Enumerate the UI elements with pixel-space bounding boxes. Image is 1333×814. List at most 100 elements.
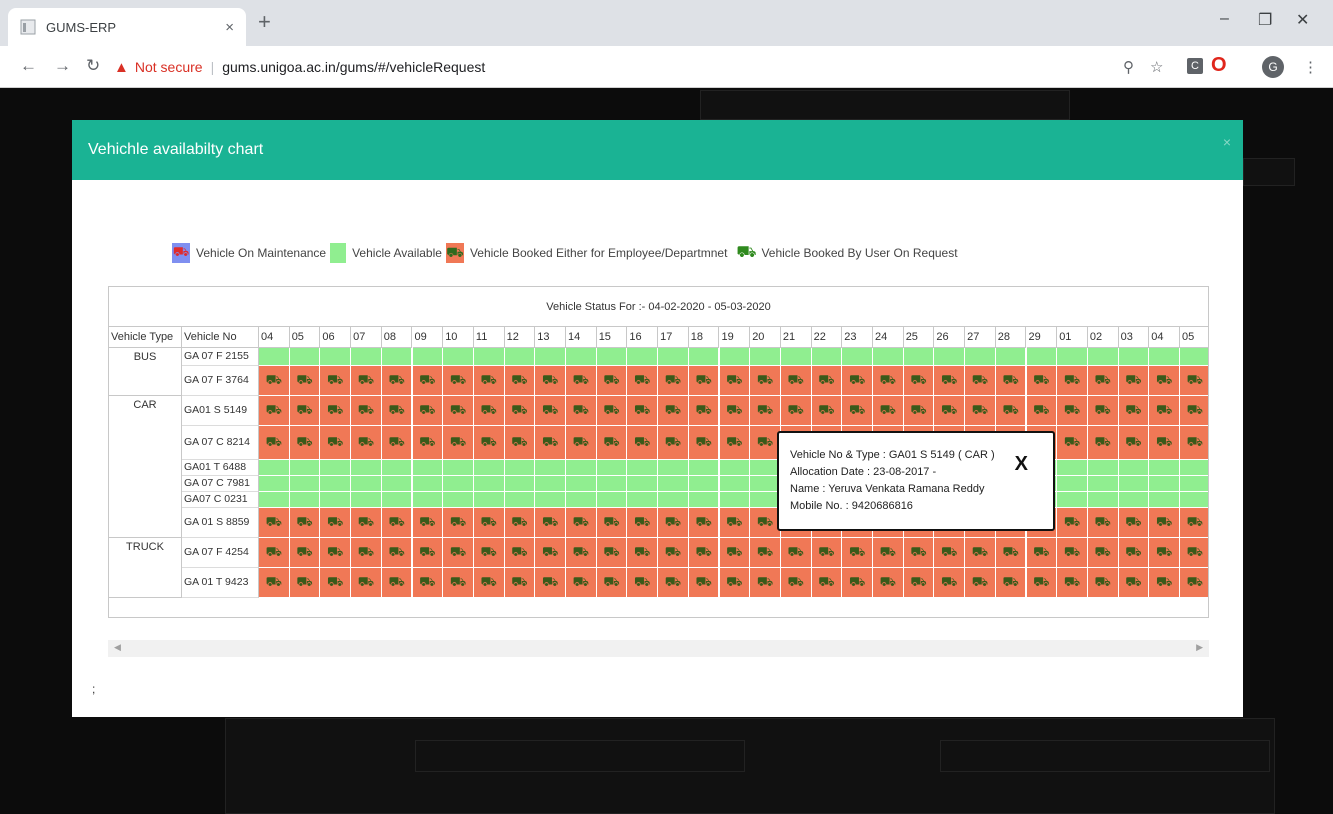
status-cell-booked[interactable] [719, 426, 751, 459]
status-cell-booked[interactable] [259, 396, 290, 425]
status-cell-booked[interactable] [473, 396, 505, 425]
status-cell-available[interactable] [443, 492, 474, 507]
status-cell-booked[interactable] [443, 538, 474, 567]
status-cell-available[interactable] [965, 348, 996, 365]
status-cell-booked[interactable] [811, 538, 843, 567]
tab-close-icon[interactable]: × [225, 19, 234, 36]
status-cell-booked[interactable] [965, 538, 996, 567]
status-cell-booked[interactable] [811, 568, 843, 597]
status-cell-available[interactable] [381, 348, 413, 365]
status-cell-booked[interactable] [811, 396, 843, 425]
status-cell-booked[interactable] [1180, 508, 1208, 537]
status-cell-available[interactable] [566, 492, 597, 507]
status-cell-booked[interactable] [719, 538, 751, 567]
status-cell-booked[interactable] [658, 396, 689, 425]
status-cell-available[interactable] [259, 476, 290, 491]
status-cell-booked[interactable] [658, 568, 689, 597]
status-cell-booked[interactable] [320, 538, 352, 567]
status-cell-booked[interactable] [259, 568, 290, 597]
status-cell-available[interactable] [627, 460, 659, 475]
status-cell-booked[interactable] [535, 508, 566, 537]
status-cell-booked[interactable] [1087, 396, 1119, 425]
status-cell-booked[interactable] [351, 508, 382, 537]
status-cell-booked[interactable] [995, 568, 1027, 597]
status-cell-booked[interactable] [259, 366, 290, 395]
status-cell-available[interactable] [566, 460, 597, 475]
status-cell-available[interactable] [1180, 476, 1208, 491]
status-cell-booked[interactable] [259, 538, 290, 567]
address-bar[interactable]: ▲ Not secure | gums.unigoa.ac.in/gums/#/… [114, 51, 1294, 83]
status-cell-available[interactable] [504, 476, 536, 491]
status-cell-available[interactable] [1180, 460, 1208, 475]
status-cell-available[interactable] [289, 348, 321, 365]
status-cell-available[interactable] [535, 348, 566, 365]
status-cell-booked[interactable] [934, 366, 966, 395]
status-cell-booked[interactable] [658, 508, 689, 537]
status-cell-available[interactable] [381, 492, 413, 507]
status-cell-available[interactable] [658, 460, 689, 475]
status-cell-booked[interactable] [412, 568, 444, 597]
status-cell-booked[interactable] [443, 396, 474, 425]
status-cell-booked[interactable] [443, 568, 474, 597]
status-cell-booked[interactable] [1057, 568, 1088, 597]
status-cell-booked[interactable] [473, 426, 505, 459]
status-cell-booked[interactable] [873, 396, 904, 425]
status-cell-booked[interactable] [750, 396, 781, 425]
status-cell-booked[interactable] [412, 508, 444, 537]
status-cell-booked[interactable] [688, 366, 720, 395]
status-cell-booked[interactable] [289, 538, 321, 567]
status-cell-available[interactable] [719, 476, 751, 491]
scroll-left-icon[interactable]: ◀ [114, 642, 121, 653]
status-cell-available[interactable] [351, 476, 382, 491]
status-cell-booked[interactable] [1149, 538, 1180, 567]
status-cell-booked[interactable] [1118, 366, 1150, 395]
status-cell-available[interactable] [473, 348, 505, 365]
restore-icon[interactable]: ❐ [1258, 10, 1272, 30]
status-cell-booked[interactable] [995, 396, 1027, 425]
status-cell-available[interactable] [903, 348, 935, 365]
status-cell-available[interactable] [535, 476, 566, 491]
status-cell-booked[interactable] [351, 366, 382, 395]
status-cell-booked[interactable] [381, 508, 413, 537]
status-cell-available[interactable] [412, 476, 444, 491]
status-cell-booked[interactable] [842, 396, 873, 425]
reload-icon[interactable]: ↻ [86, 56, 100, 76]
status-cell-booked[interactable] [1057, 508, 1088, 537]
status-cell-booked[interactable] [965, 366, 996, 395]
status-cell-booked[interactable] [750, 538, 781, 567]
status-cell-available[interactable] [719, 460, 751, 475]
status-cell-booked[interactable] [566, 396, 597, 425]
status-cell-available[interactable] [688, 476, 720, 491]
status-cell-booked[interactable] [1149, 568, 1180, 597]
status-cell-booked[interactable] [1180, 568, 1208, 597]
status-cell-available[interactable] [780, 348, 812, 365]
status-cell-booked[interactable] [658, 426, 689, 459]
status-cell-available[interactable] [259, 348, 290, 365]
status-cell-available[interactable] [873, 348, 904, 365]
status-cell-booked[interactable] [473, 508, 505, 537]
status-cell-booked[interactable] [473, 538, 505, 567]
status-cell-available[interactable] [1087, 460, 1119, 475]
status-cell-booked[interactable] [1118, 426, 1150, 459]
status-cell-booked[interactable] [473, 366, 505, 395]
status-cell-booked[interactable] [627, 568, 659, 597]
status-cell-booked[interactable] [412, 396, 444, 425]
status-cell-booked[interactable] [627, 508, 659, 537]
status-cell-booked[interactable] [289, 568, 321, 597]
status-cell-booked[interactable] [535, 366, 566, 395]
status-cell-available[interactable] [1118, 348, 1150, 365]
status-cell-booked[interactable] [780, 366, 812, 395]
status-cell-booked[interactable] [259, 508, 290, 537]
status-cell-booked[interactable] [934, 568, 966, 597]
status-cell-booked[interactable] [289, 366, 321, 395]
status-cell-booked[interactable] [535, 396, 566, 425]
status-cell-available[interactable] [1149, 476, 1180, 491]
status-cell-booked[interactable] [504, 366, 536, 395]
status-cell-available[interactable] [259, 460, 290, 475]
status-cell-booked[interactable] [504, 538, 536, 567]
status-cell-booked[interactable] [1180, 396, 1208, 425]
status-cell-booked[interactable] [873, 568, 904, 597]
status-cell-booked[interactable] [566, 426, 597, 459]
status-cell-available[interactable] [504, 460, 536, 475]
status-cell-available[interactable] [658, 476, 689, 491]
